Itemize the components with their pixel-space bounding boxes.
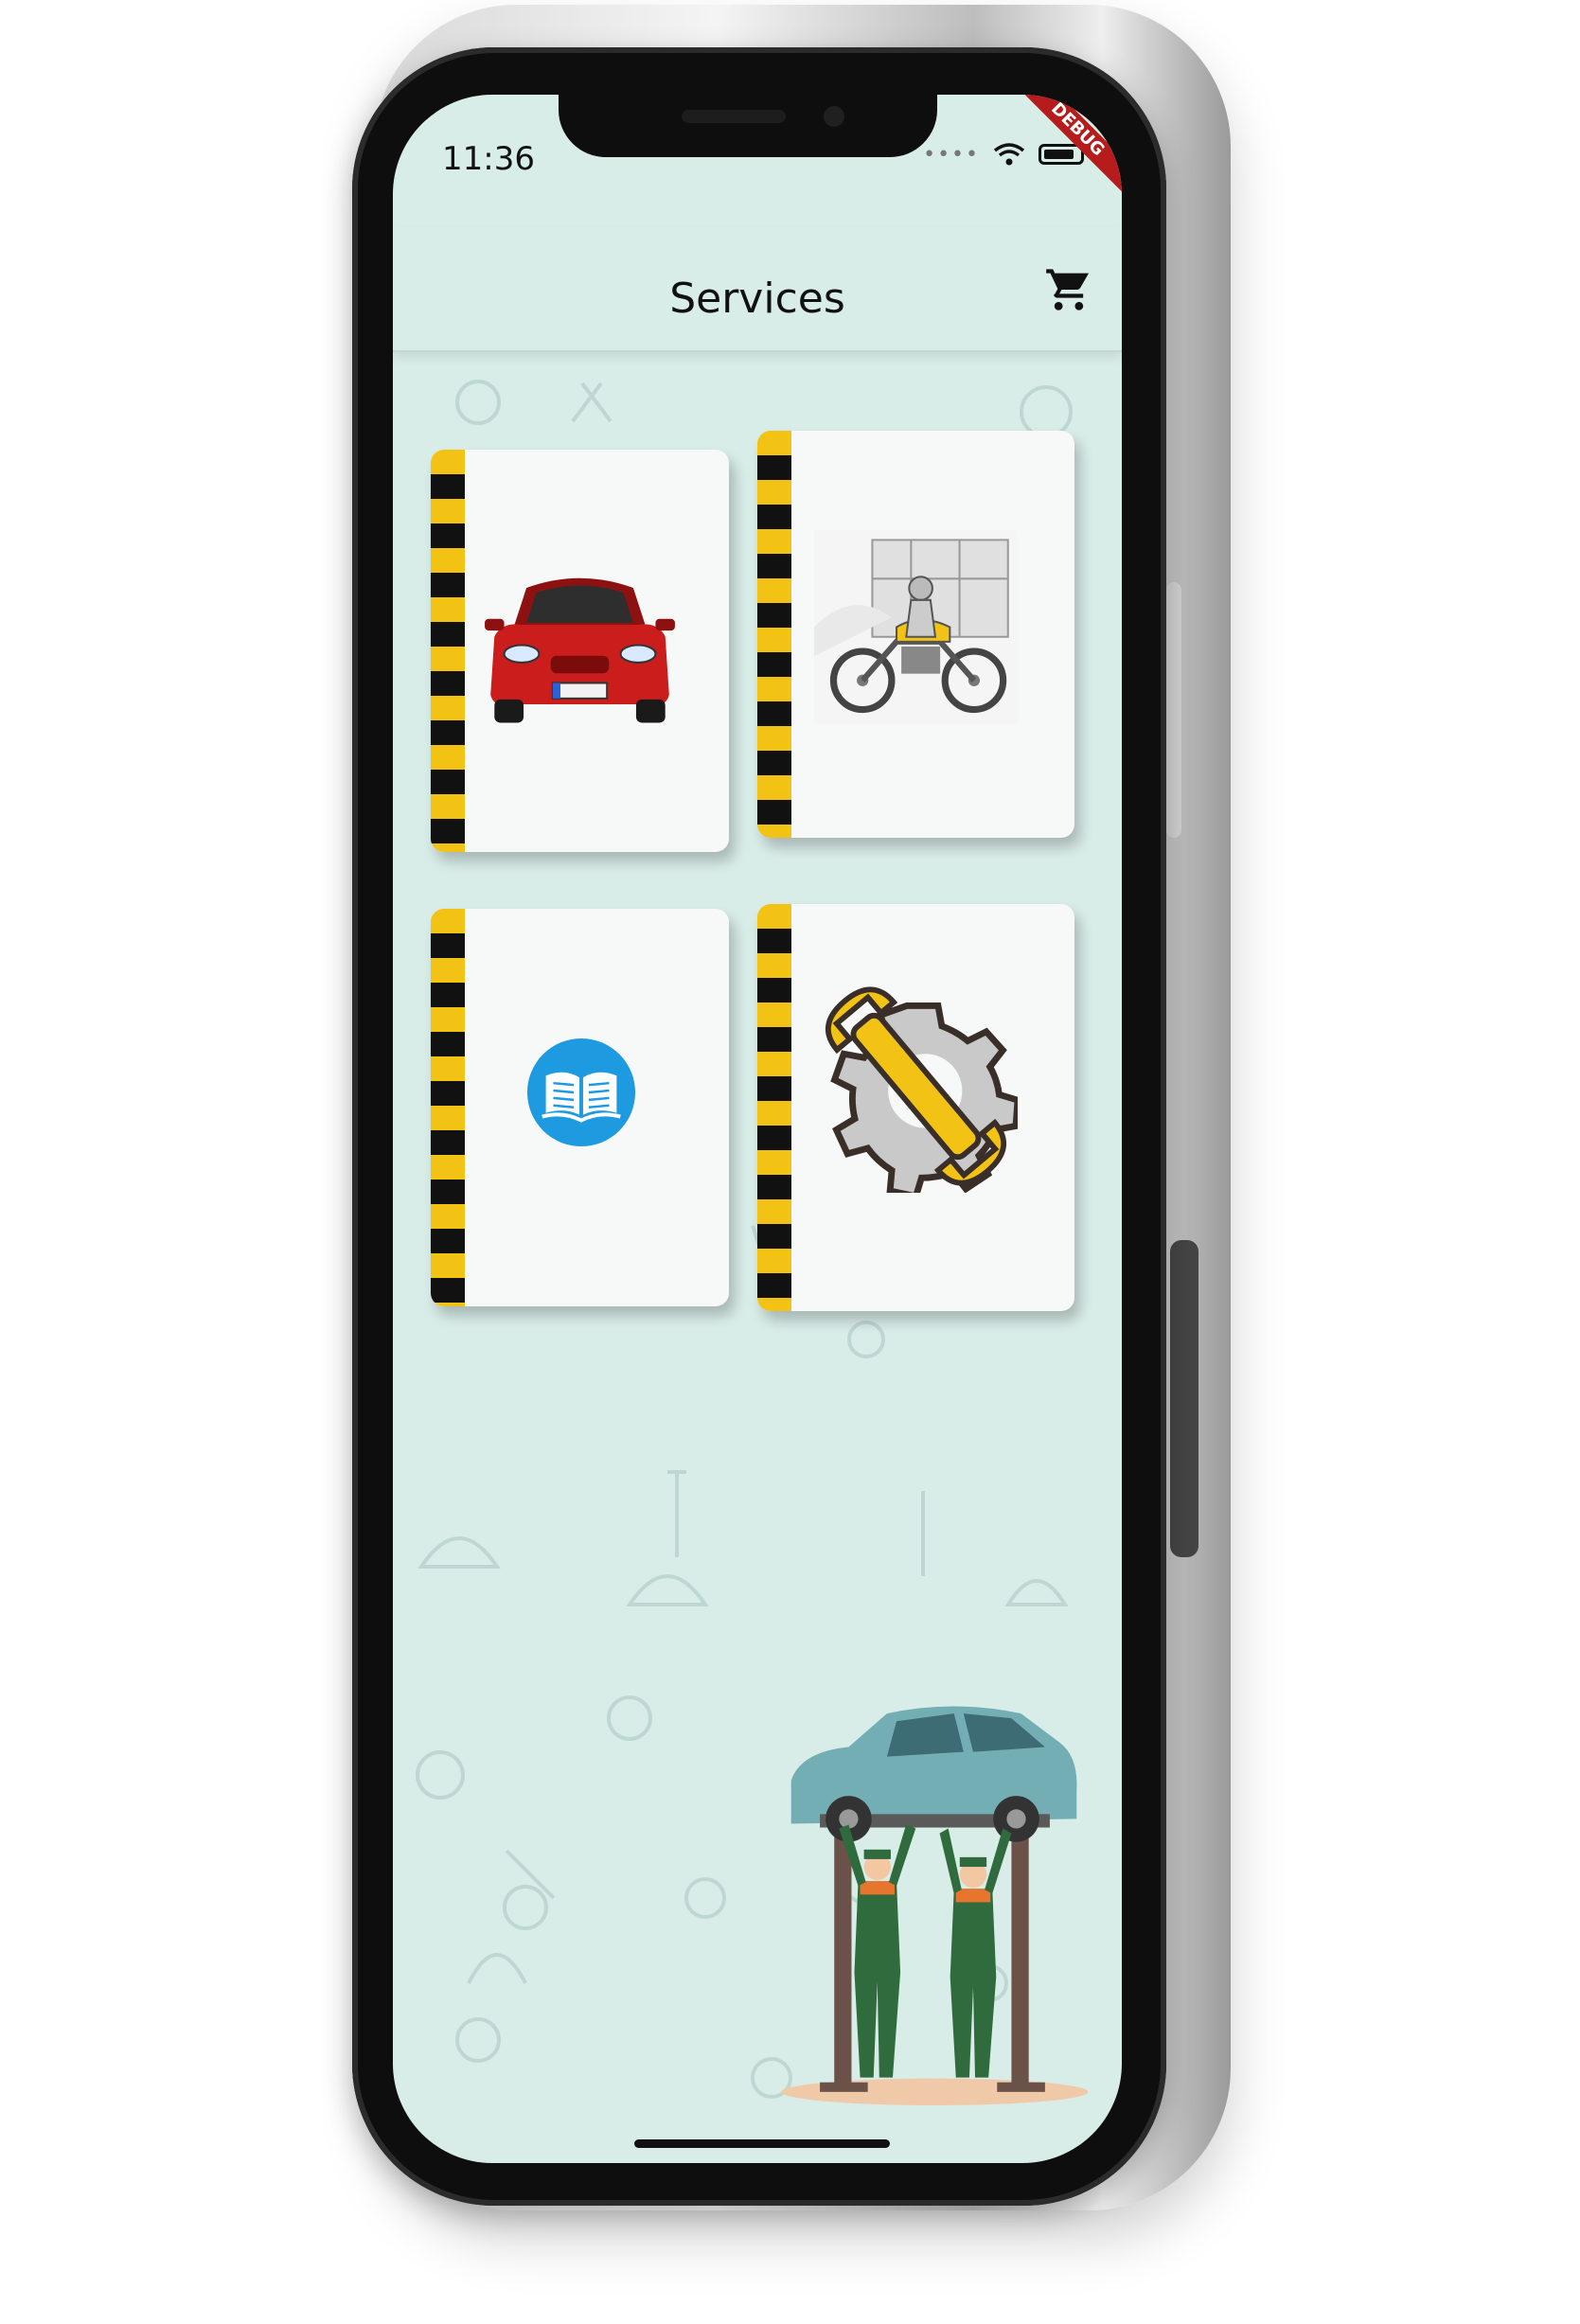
front-camera — [824, 106, 844, 127]
card-stripe — [757, 904, 791, 1311]
card-stripe — [431, 450, 465, 852]
status-icons: •••• — [923, 142, 1084, 167]
home-indicator[interactable] — [634, 2139, 890, 2148]
card-stripe — [431, 909, 465, 1306]
wifi-icon — [993, 143, 1025, 166]
service-card-repair[interactable] — [757, 904, 1074, 1311]
speaker-grille — [682, 110, 786, 123]
motorcycle-image — [814, 530, 1018, 724]
page-title: Services — [669, 275, 845, 323]
mechanics-lifting-car-illustration — [781, 1706, 1089, 2105]
power-button — [1170, 1240, 1198, 1557]
app-bar: Services — [393, 227, 1122, 352]
signal-dots-icon: •••• — [923, 142, 980, 167]
red-car-image — [485, 577, 675, 723]
service-card-manual[interactable] — [431, 909, 729, 1306]
cart-icon[interactable] — [1044, 265, 1093, 314]
service-card-bike[interactable] — [757, 431, 1074, 838]
book-icon — [526, 1038, 636, 1147]
app-screen: 11:36 •••• DEBUG Services — [393, 95, 1122, 2163]
volume-button — [1166, 582, 1181, 838]
service-card-car[interactable] — [431, 450, 729, 852]
phone-notch — [559, 95, 937, 157]
status-time: 11:36 — [442, 140, 535, 178]
wrench-gear-icon — [825, 986, 1018, 1193]
card-stripe — [757, 431, 791, 838]
